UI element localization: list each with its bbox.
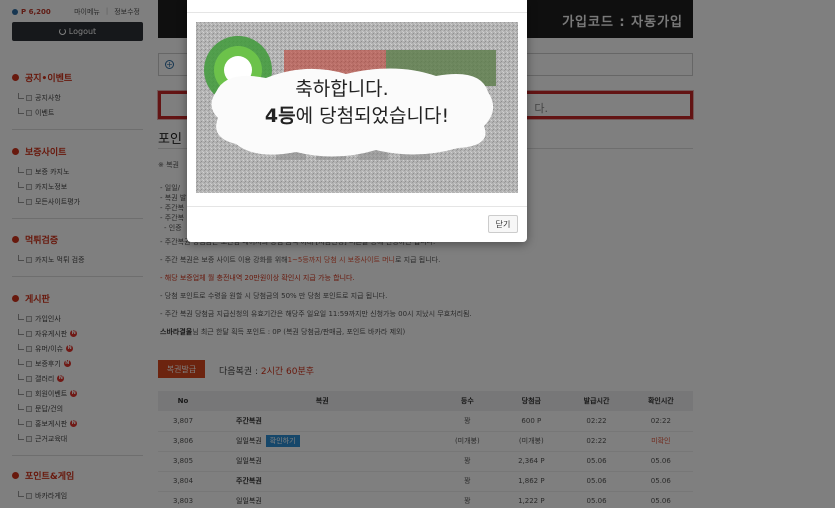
modal-body: 축하합니다. 4등에 당첨되었습니다! [196, 22, 518, 193]
scratch-ticket: 축하합니다. 4등에 당첨되었습니다! [196, 22, 518, 193]
lotto-result-modal: 축하합니다. 4등에 당첨되었습니다! 닫기 [187, 0, 527, 242]
winning-message: 축하합니다. 4등에 당첨되었습니다! [196, 74, 518, 128]
congrats-text: 축하합니다. [295, 78, 389, 100]
modal-header [187, 0, 527, 13]
modal-footer [187, 206, 527, 207]
close-button[interactable]: 닫기 [488, 215, 518, 233]
result-text: 4등에 당첨되었습니다! [264, 105, 450, 127]
